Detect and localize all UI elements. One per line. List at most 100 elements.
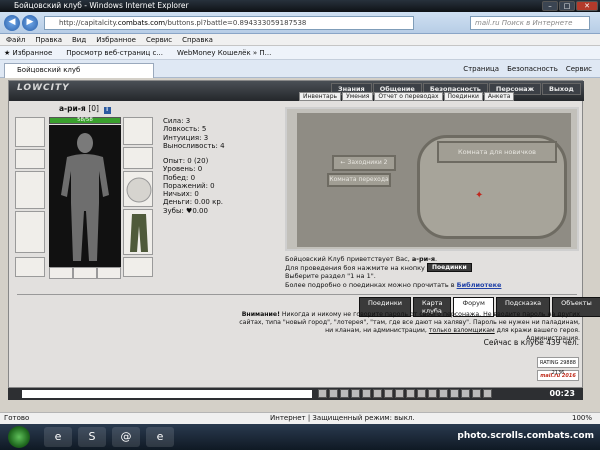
welcome-line-3: Выберите раздел "1 на 1".: [285, 272, 376, 280]
minimize-button[interactable]: –: [542, 1, 558, 11]
back-icon[interactable]: ◀: [4, 15, 20, 31]
ie-icon[interactable]: e: [44, 427, 72, 447]
sub-fights[interactable]: Поединки: [443, 92, 483, 101]
slot-small-3[interactable]: [97, 267, 121, 279]
chat-icons: [318, 389, 492, 398]
chat-tool-icon[interactable]: [395, 389, 404, 398]
sub-transfers[interactable]: Отчет о переводах: [374, 92, 443, 101]
favorite-link-2[interactable]: WebMoney Кошелёк » П...: [177, 46, 271, 59]
welcome-prefix: Бойцовский Клуб приветствует Вас,: [285, 255, 412, 263]
chat-input[interactable]: [22, 390, 312, 398]
chat-tool-icon[interactable]: [340, 389, 349, 398]
character-silhouette: [49, 125, 121, 267]
slot-small-1[interactable]: [49, 267, 73, 279]
address-prefix: http://capitalcity.: [59, 19, 118, 27]
tab-exit[interactable]: Выход: [542, 83, 581, 95]
command-bar: Страница Безопасность Сервис: [463, 64, 592, 74]
chat-tool-icon[interactable]: [318, 389, 327, 398]
map-background: ← Заходники 2 Комната перехода Комната д…: [297, 113, 571, 247]
weapon-slot[interactable]: [15, 171, 45, 209]
shield-slot[interactable]: [123, 171, 153, 207]
start-button[interactable]: [8, 426, 30, 448]
tab-bar: Бойцовский клуб Страница Безопасность Се…: [0, 60, 600, 78]
room-link-a[interactable]: ← Заходники 2: [332, 155, 396, 171]
chat-tool-icon[interactable]: [351, 389, 360, 398]
menu-bar: Файл Правка Вид Избранное Сервис Справка: [0, 34, 600, 46]
menu-edit[interactable]: Правка: [35, 34, 62, 45]
skype-icon[interactable]: S: [78, 427, 106, 447]
stat-intuition: Интуиция: 3: [163, 133, 209, 142]
favorites-button[interactable]: ★ Избранное: [4, 46, 52, 59]
warning-underlined[interactable]: только взломщикам: [429, 327, 495, 334]
belt-slot[interactable]: [15, 257, 45, 277]
tab-active[interactable]: Бойцовский клуб: [4, 63, 154, 78]
menu-tools[interactable]: Сервис: [146, 34, 172, 45]
sub-skills[interactable]: Умения: [342, 92, 374, 101]
chat-tool-icon[interactable]: [362, 389, 371, 398]
taskbar: e S @ e photo.scrolls.combats.com: [0, 424, 600, 450]
chat-tool-icon[interactable]: [373, 389, 382, 398]
amulet-slot[interactable]: [15, 149, 45, 169]
window-controls: – □ ✕: [542, 1, 598, 11]
fights-button-inline[interactable]: Поединки: [427, 263, 472, 272]
rings-slot[interactable]: [123, 147, 153, 169]
mail-agent-icon[interactable]: @: [112, 427, 140, 447]
favorite-link-1[interactable]: Просмотр веб-страниц с...: [66, 46, 163, 59]
gloves-slot[interactable]: [123, 117, 153, 145]
menu-favorites[interactable]: Избранное: [96, 34, 136, 45]
hp-text: 58/58: [77, 117, 93, 123]
stat-money: Деньги: 0.00 кр.: [163, 198, 223, 207]
command-security[interactable]: Безопасность: [507, 64, 558, 74]
chat-tool-icon[interactable]: [406, 389, 415, 398]
stat-strength: Сила: 3: [163, 117, 191, 125]
menu-help[interactable]: Справка: [182, 34, 213, 45]
chat-tool-icon[interactable]: [384, 389, 393, 398]
player-marker-icon: ✦: [475, 190, 484, 201]
character-figure-icon: [61, 133, 109, 261]
address-domain: combats.com: [117, 19, 166, 27]
chat-tool-icon[interactable]: [439, 389, 448, 398]
sub-profile[interactable]: Анкета: [483, 92, 515, 101]
command-page[interactable]: Страница: [463, 64, 499, 74]
stat-agility: Ловкость: 5: [163, 125, 207, 134]
address-input[interactable]: http://capitalcity.combats.com/buttons.p…: [44, 16, 414, 30]
mail-counter[interactable]: mail.ru 2016: [537, 370, 579, 381]
menu-view[interactable]: Вид: [72, 34, 86, 45]
favorites-bar: ★ Избранное Просмотр веб-страниц с... We…: [0, 46, 600, 60]
chat-tool-icon[interactable]: [450, 389, 459, 398]
game-logo: LOWCITY: [17, 83, 70, 93]
library-link[interactable]: Библиотеке: [457, 281, 502, 289]
address-path: /buttons.pl?battle=0.894333059187538: [165, 19, 307, 27]
chat-tool-icon[interactable]: [461, 389, 470, 398]
chat-tool-icon[interactable]: [417, 389, 426, 398]
search-input[interactable]: mail.ru Поиск в Интернете: [470, 16, 590, 30]
sub-inventory[interactable]: Инвентарь: [299, 92, 342, 101]
slot-small-2[interactable]: [73, 267, 97, 279]
maximize-button[interactable]: □: [559, 1, 575, 11]
pants-slot[interactable]: [123, 209, 153, 255]
location-map: ← Заходники 2 Комната перехода Комната д…: [285, 107, 579, 251]
stat-level: Уровень: 0: [163, 165, 203, 174]
chat-tool-icon[interactable]: [472, 389, 481, 398]
chat-tool-icon[interactable]: [428, 389, 437, 398]
forward-icon[interactable]: ▶: [22, 15, 38, 31]
chat-tool-icon[interactable]: [483, 389, 492, 398]
stat-experience: Опыт: 0 (20): [163, 157, 209, 165]
room-link-b[interactable]: Комната перехода: [327, 173, 391, 187]
armor-slot[interactable]: [15, 211, 45, 253]
info-icon[interactable]: i: [103, 107, 111, 114]
chat-tool-icon[interactable]: [329, 389, 338, 398]
welcome-line-4: Более подробно о поединках можно прочита…: [285, 281, 501, 290]
close-button[interactable]: ✕: [576, 1, 598, 11]
game-frame: LOWCITY Знания Общение Безопасность Перс…: [8, 80, 600, 388]
zoom-level[interactable]: 100%: [572, 413, 592, 424]
command-tools[interactable]: Сервис: [566, 64, 592, 74]
pants-icon: [130, 214, 148, 252]
helmet-slot[interactable]: [15, 117, 45, 147]
browser-window-icon[interactable]: e: [146, 427, 174, 447]
address-toolbar: ◀ ▶ http://capitalcity.combats.com/butto…: [0, 12, 600, 34]
character-name-text: а-ри-я: [59, 104, 86, 113]
boots-slot[interactable]: [123, 257, 153, 277]
menu-file[interactable]: Файл: [6, 34, 25, 45]
rating-counter[interactable]: RATING 29888 2136: [537, 357, 579, 376]
